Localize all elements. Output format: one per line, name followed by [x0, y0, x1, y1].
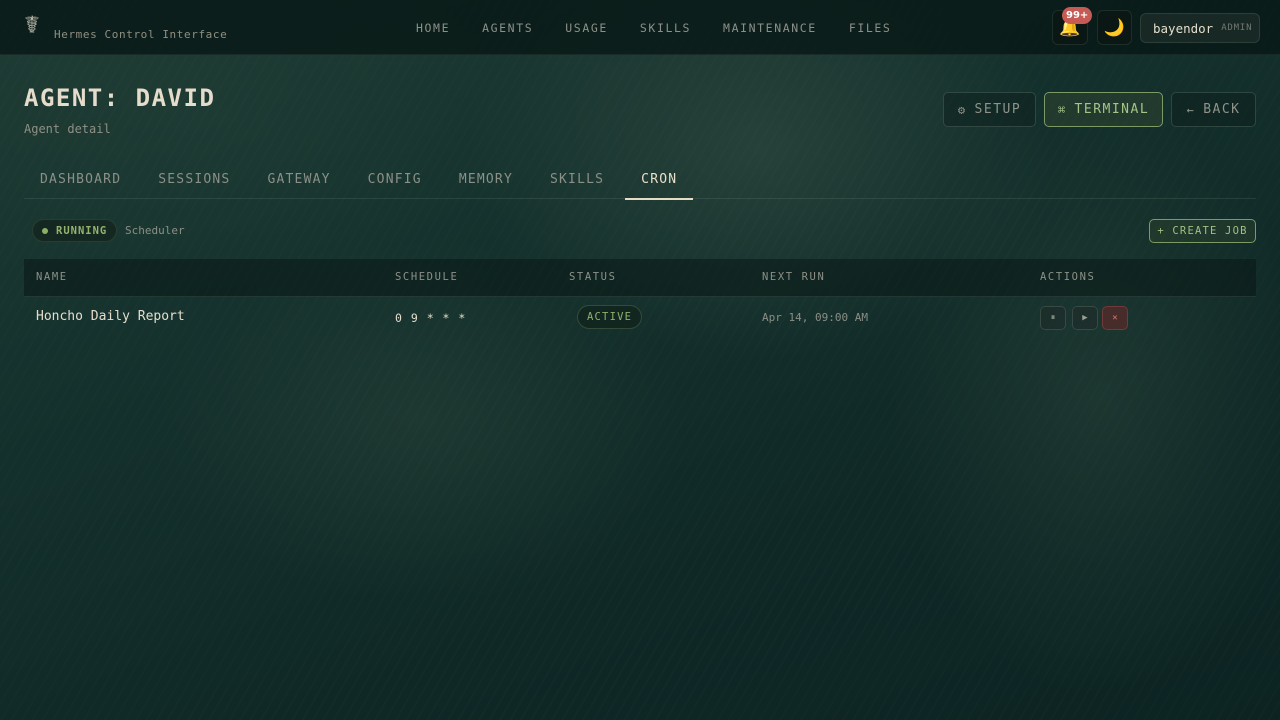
nav-files[interactable]: FILES — [849, 21, 892, 35]
setup-button[interactable]: ⚙ SETUP — [943, 92, 1036, 127]
job-name: Honcho Daily Report — [36, 309, 185, 324]
tab-dashboard[interactable]: DASHBOARD — [24, 160, 137, 199]
pause-job-button[interactable]: ⏸ — [1040, 306, 1066, 330]
moon-icon: 🌙 — [1103, 17, 1126, 38]
scheduler-status-badge: RUNNING — [32, 219, 118, 242]
header-actions: ACTIONS — [1040, 271, 1096, 283]
close-icon: ✕ — [1112, 313, 1118, 323]
tab-skills[interactable]: SKILLS — [534, 160, 620, 199]
command-icon: ⌘ — [1057, 102, 1067, 117]
notification-count-badge: 99+ — [1062, 7, 1093, 24]
tab-gateway[interactable]: GATEWAY — [251, 160, 346, 199]
page-title: AGENT: DAVID — [24, 84, 216, 112]
back-label: BACK — [1203, 102, 1241, 117]
nav-skills[interactable]: SKILLS — [640, 21, 691, 35]
back-button[interactable]: ← BACK — [1171, 92, 1256, 127]
header-next-run: NEXT RUN — [762, 271, 826, 283]
user-role: ADMIN — [1221, 23, 1253, 33]
run-job-button[interactable]: ▶ — [1072, 306, 1098, 330]
nav-home[interactable]: HOME — [416, 21, 450, 35]
pause-icon: ⏸ — [1050, 313, 1056, 323]
cron-jobs-table: NAME SCHEDULE STATUS NEXT RUN ACTIONS Ho… — [24, 259, 1256, 337]
header-name: NAME — [36, 271, 68, 283]
play-icon: ▶ — [1082, 313, 1088, 323]
nav-usage[interactable]: USAGE — [565, 21, 608, 35]
tab-config[interactable]: CONFIG — [352, 160, 438, 199]
terminal-button[interactable]: ⌘ TERMINAL — [1044, 92, 1163, 127]
tab-memory[interactable]: MEMORY — [443, 160, 529, 199]
agent-tabs: DASHBOARD SESSIONS GATEWAY CONFIG MEMORY… — [24, 160, 1256, 200]
tab-sessions[interactable]: SESSIONS — [142, 160, 246, 199]
job-next-run: Apr 14, 09:00 AM — [762, 311, 868, 324]
header-schedule: SCHEDULE — [395, 271, 459, 283]
caduceus-logo-icon[interactable]: ☤ — [19, 10, 45, 40]
theme-toggle-button[interactable]: 🌙 — [1097, 10, 1132, 45]
job-status-badge: ACTIVE — [577, 305, 643, 329]
scheduler-status-text: RUNNING — [56, 224, 108, 237]
job-schedule: 0 9 * * * — [395, 311, 467, 325]
table-row: Honcho Daily Report 0 9 * * * ACTIVE Apr… — [24, 297, 1256, 337]
page-subtitle: Agent detail — [24, 122, 111, 136]
delete-job-button[interactable]: ✕ — [1102, 306, 1128, 330]
nav-agents[interactable]: AGENTS — [482, 21, 533, 35]
user-menu[interactable]: bayendor ADMIN — [1140, 13, 1260, 43]
create-job-button[interactable]: + CREATE JOB — [1149, 219, 1256, 243]
main-nav: HOME AGENTS USAGE SKILLS MAINTENANCE FIL… — [400, 0, 907, 55]
scheduler-label: Scheduler — [125, 224, 185, 237]
tab-cron[interactable]: CRON — [625, 160, 694, 200]
user-name: bayendor — [1153, 20, 1214, 36]
setup-label: SETUP — [974, 102, 1022, 117]
header-status: STATUS — [569, 271, 617, 283]
arrow-left-icon: ← — [1186, 102, 1196, 117]
table-header: NAME SCHEDULE STATUS NEXT RUN ACTIONS — [24, 259, 1256, 297]
top-navbar: ☤ Hermes Control Interface HOME AGENTS U… — [0, 0, 1280, 55]
terminal-label: TERMINAL — [1074, 102, 1150, 117]
nav-maintenance[interactable]: MAINTENANCE — [723, 21, 817, 35]
status-dot-icon — [42, 227, 48, 234]
gear-icon: ⚙ — [957, 102, 967, 117]
brand-subtitle: Hermes Control Interface — [54, 28, 228, 41]
